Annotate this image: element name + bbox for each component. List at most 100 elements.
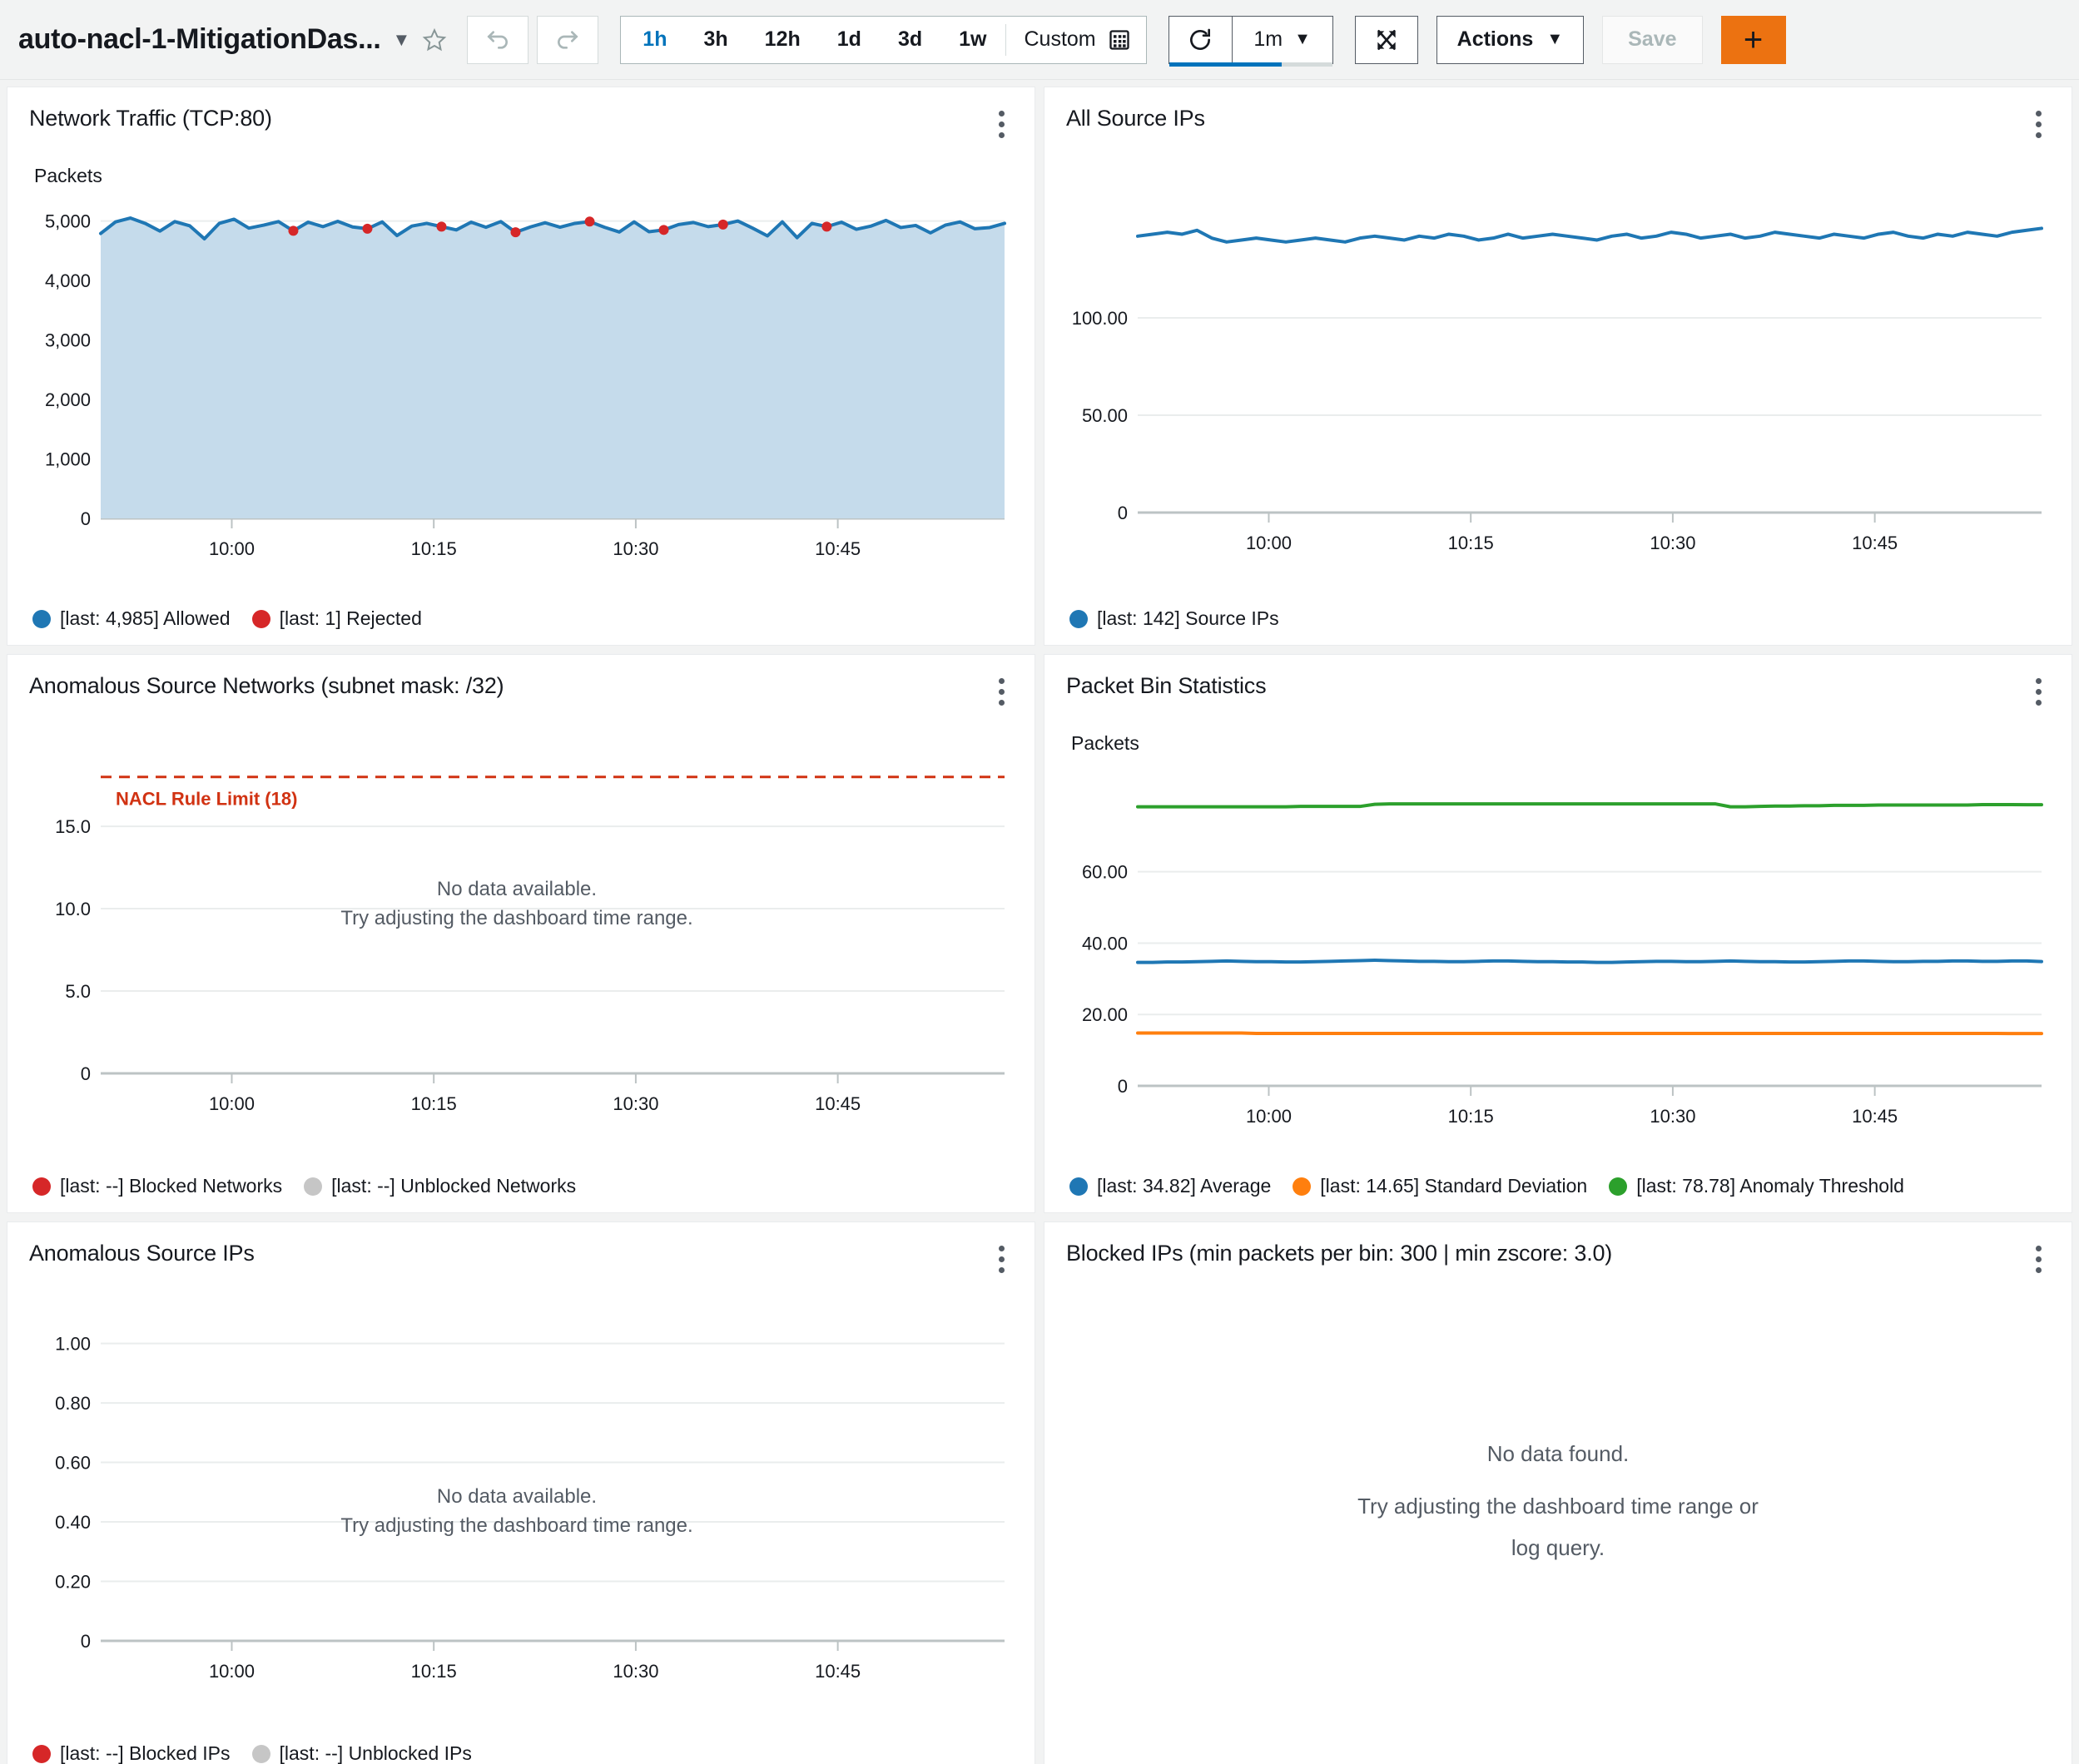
svg-text:10:45: 10:45 [1852,1106,1898,1127]
panel-packet-bin-statistics: Packet Bin Statistics Packets 020.0040.0… [1044,654,2072,1213]
panel-header: Packet Bin Statistics [1066,673,2050,711]
legend-item[interactable]: [last: --] Blocked Networks [32,1175,282,1197]
kebab-menu-icon[interactable] [990,106,1013,143]
time-range-custom[interactable]: Custom [1006,17,1143,63]
legend-item[interactable]: [last: --] Unblocked IPs [252,1742,472,1764]
svg-text:10:15: 10:15 [411,1093,457,1114]
refresh-button[interactable] [1169,16,1232,64]
svg-text:60.00: 60.00 [1082,862,1128,883]
time-range-1h[interactable]: 1h [624,17,685,63]
legend-item[interactable]: [last: --] Unblocked Networks [304,1175,576,1197]
panel-anomalous-networks: Anomalous Source Networks (subnet mask: … [7,654,1035,1213]
svg-text:10:45: 10:45 [815,1093,861,1114]
fullscreen-button[interactable] [1355,16,1418,64]
top-toolbar: auto-nacl-1-MitigationDas... ▼ 1h 3h 12h… [0,0,2079,80]
save-button[interactable]: Save [1602,16,1702,64]
panel-title: Blocked IPs (min packets per bin: 300 | … [1066,1241,1612,1266]
kebab-menu-icon[interactable] [2027,106,2050,143]
svg-text:NACL Rule Limit (18): NACL Rule Limit (18) [116,789,297,810]
time-range-1w[interactable]: 1w [940,17,1005,63]
custom-label: Custom [1025,27,1096,52]
packet-bin-chart[interactable]: 020.0040.0060.0010:0010:1510:3010:45 [1066,760,2048,1159]
panel-header: Network Traffic (TCP:80) [29,106,1013,143]
dashboard-title-caret-icon[interactable]: ▼ [393,29,411,51]
svg-text:0.20: 0.20 [55,1572,91,1593]
panel-anomalous-source-ips: Anomalous Source IPs 00.200.400.600.801.… [7,1221,1035,1764]
svg-text:10:45: 10:45 [815,538,861,559]
svg-text:50.00: 50.00 [1082,405,1128,426]
panel-header: Anomalous Source Networks (subnet mask: … [29,673,1013,711]
empty-line-2: Try adjusting the dashboard time range. [179,1512,855,1541]
svg-text:100.00: 100.00 [1072,308,1128,329]
time-range-3h[interactable]: 3h [685,17,746,63]
plot-area: 050.00100.0010:0010:1510:3010:45 [1066,186,2050,586]
legend-swatch [32,1177,51,1196]
refresh-interval-select[interactable]: 1m ▼ [1232,16,1333,64]
svg-text:10:00: 10:00 [209,1093,255,1114]
undo-button[interactable] [467,16,528,64]
anomalous-networks-chart[interactable]: 05.010.015.010:0010:1510:3010:45NACL Rul… [29,747,1011,1147]
plot-area: 01,0002,0003,0004,0005,00010:0010:1510:3… [29,192,1013,592]
svg-text:10:00: 10:00 [209,1661,255,1682]
kebab-menu-icon[interactable] [2027,673,2050,711]
favorite-star-icon[interactable] [420,26,449,54]
legend-item[interactable]: [last: --] Blocked IPs [32,1742,231,1764]
all-source-ips-chart[interactable]: 050.00100.0010:0010:1510:3010:45 [1066,186,2048,586]
svg-text:0.60: 0.60 [55,1453,91,1474]
legend-label: [last: 34.82] Average [1097,1175,1271,1197]
legend-swatch [252,610,270,628]
legend-item[interactable]: [last: 78.78] Anomaly Threshold [1609,1175,1904,1197]
legend-item[interactable]: [last: 14.65] Standard Deviation [1293,1175,1587,1197]
add-widget-button[interactable]: + [1721,16,1786,64]
legend-label: [last: 78.78] Anomaly Threshold [1636,1175,1904,1197]
empty-line-3: log query. [1044,1528,2072,1568]
legend-item[interactable]: [last: 34.82] Average [1069,1175,1271,1197]
kebab-menu-icon[interactable] [2027,1241,2050,1278]
legend-item[interactable]: [last: 1] Rejected [252,607,422,630]
svg-text:0: 0 [1118,1076,1128,1097]
svg-text:10:30: 10:30 [1650,1106,1695,1127]
refresh-progress-bar [1169,62,1332,67]
svg-text:0: 0 [81,1631,91,1652]
legend-swatch [1069,1177,1088,1196]
empty-state-message: No data available. Try adjusting the das… [179,1483,855,1541]
svg-text:5,000: 5,000 [45,211,91,232]
panel-title: Anomalous Source Networks (subnet mask: … [29,673,504,699]
svg-text:10:15: 10:15 [1448,533,1494,553]
time-range-12h[interactable]: 12h [747,17,819,63]
legend-label: [last: 4,985] Allowed [60,607,231,630]
legend-item[interactable]: [last: 142] Source IPs [1069,607,1279,630]
panel-header: All Source IPs [1066,106,2050,143]
undo-redo-group [467,16,598,64]
svg-text:0: 0 [81,1063,91,1084]
redo-button[interactable] [537,16,598,64]
time-range-1d[interactable]: 1d [819,17,880,63]
kebab-menu-icon[interactable] [990,1241,1013,1278]
svg-text:10:30: 10:30 [613,1093,658,1114]
svg-text:3,000: 3,000 [45,330,91,351]
plot-area: 020.0040.0060.0010:0010:1510:3010:45 [1066,760,2050,1159]
chart-legend: [last: 4,985] Allowed [last: 1] Rejected [32,607,422,630]
actions-button[interactable]: Actions ▼ [1436,16,1584,64]
plot-area: 00.200.400.600.801.0010:0010:1510:3010:4… [29,1315,1013,1714]
time-range-3d[interactable]: 3d [880,17,940,63]
svg-text:4,000: 4,000 [45,270,91,291]
kebab-menu-icon[interactable] [990,673,1013,711]
legend-label: [last: --] Blocked IPs [60,1742,231,1764]
empty-line-1: No data found. [1044,1434,2072,1474]
dashboard-title: auto-nacl-1-MitigationDas... [18,23,381,56]
legend-swatch [304,1177,322,1196]
legend-swatch [252,1745,270,1763]
legend-item[interactable]: [last: 4,985] Allowed [32,607,231,630]
svg-text:0.80: 0.80 [55,1393,91,1414]
legend-swatch [1609,1177,1627,1196]
svg-text:10:30: 10:30 [613,1661,658,1682]
legend-label: [last: --] Blocked Networks [60,1175,282,1197]
actions-label: Actions [1457,27,1534,52]
svg-text:5.0: 5.0 [65,981,91,1002]
legend-label: [last: --] Unblocked Networks [331,1175,576,1197]
panel-blocked-ips: Blocked IPs (min packets per bin: 300 | … [1044,1221,2072,1764]
svg-text:10:15: 10:15 [411,538,457,559]
network-traffic-chart[interactable]: 01,0002,0003,0004,0005,00010:0010:1510:3… [29,192,1011,592]
y-axis-title: Packets [34,165,1013,187]
